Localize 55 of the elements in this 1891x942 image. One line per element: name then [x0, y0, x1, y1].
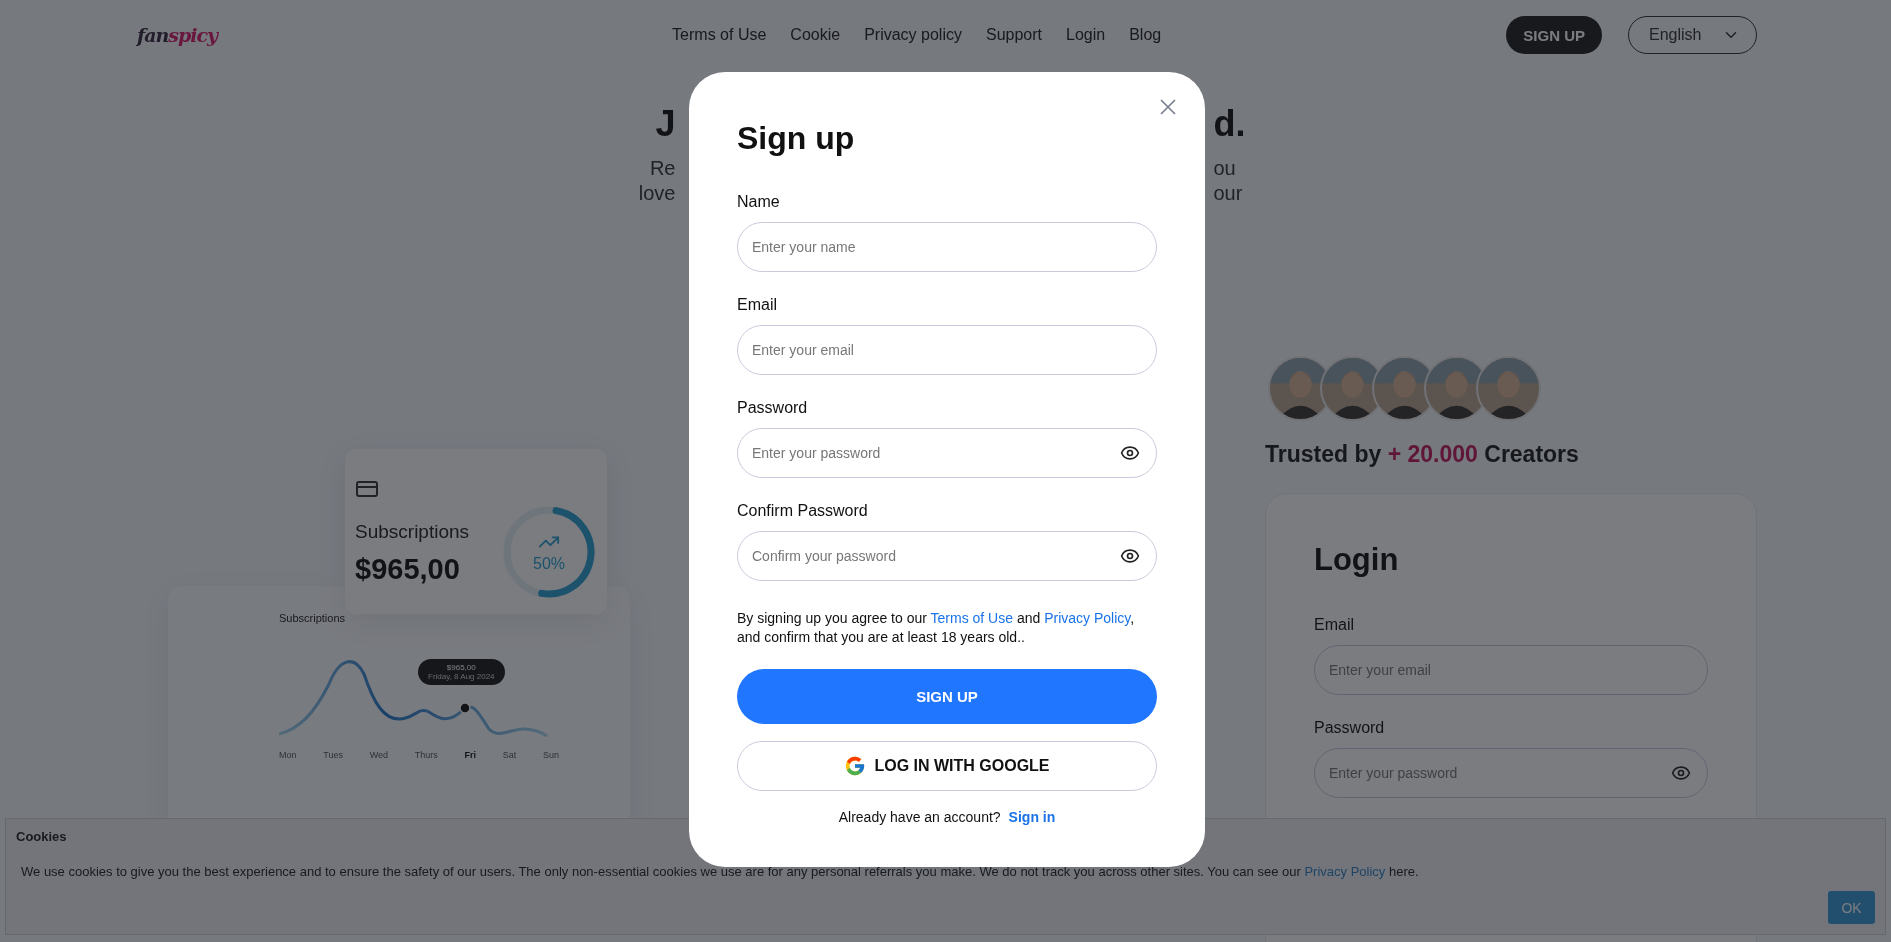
hero-text: ou [1213, 156, 1236, 181]
consent-text: By signing up you agree to our Terms of Use and Privacy Policy, and confirm that you are at least 18 years old.. [737, 609, 1136, 647]
stats-title: Subscriptions [355, 521, 471, 543]
input-field[interactable]: Enter your email [1314, 645, 1708, 695]
signup-button[interactable]: SIGN UP [1506, 16, 1602, 54]
google-login-button[interactable]: LOG IN WITH GOOGLE [737, 741, 1157, 791]
nav-link[interactable]: Login [1066, 26, 1106, 44]
percent-text: 50% [533, 554, 565, 573]
hero-text: love [638, 181, 676, 206]
day-label: Tues [323, 750, 343, 760]
hero-text: our [1213, 181, 1243, 206]
field-label: Email [737, 296, 778, 314]
headline: J [655, 102, 676, 146]
input-field[interactable]: Confirm your password [737, 531, 1157, 581]
privacy-link[interactable]: Privacy Policy [1304, 864, 1386, 879]
input-field[interactable]: Enter your name [737, 222, 1157, 272]
eye-icon[interactable] [1120, 443, 1140, 463]
nav-link[interactable]: Blog [1129, 26, 1162, 44]
input-field[interactable]: Enter your email [737, 325, 1157, 375]
hero-text: Re [649, 156, 676, 181]
logo[interactable]: fanspicy [137, 24, 577, 46]
input-field[interactable]: Enter your password [737, 428, 1157, 478]
nav-link[interactable]: Privacy policy [864, 26, 962, 44]
day-label: Fri [464, 750, 476, 760]
field-label: Password [737, 399, 809, 417]
cookie-title: Cookies [16, 829, 68, 844]
ok-button[interactable]: OK [1828, 891, 1875, 924]
field-label: Name [737, 193, 781, 211]
field-label: Confirm Password [737, 502, 869, 520]
day-label: Wed [369, 750, 388, 760]
login-title: Login [1314, 542, 1400, 578]
cookie-text: We use cookies to give you the best experience and to ensure the safety of our users. The only non-essential cookies we use are for any personal referrals you make. We do not track you across other sites. You can see our Privacy Policy here. [21, 864, 1420, 879]
terms-link[interactable]: Terms of Use [930, 610, 1013, 626]
signin-prompt: Already have an account? [838, 809, 1001, 825]
day-label: Mon [279, 750, 297, 760]
eye-icon[interactable] [1120, 546, 1140, 566]
google-icon [844, 755, 867, 777]
field-label: Password [1314, 719, 1386, 737]
tooltip-value: $965,00 [446, 663, 476, 672]
headline: d. [1213, 102, 1246, 146]
input-field[interactable]: Enter your password [1314, 748, 1708, 798]
day-label: Thurs [414, 750, 438, 760]
day-label: Sat [502, 750, 517, 760]
trusted-text: Trusted by + 20.000 Creators [1265, 441, 1580, 468]
stats-amount: $965,00 [355, 553, 461, 586]
nav-link[interactable]: Terms of Use [672, 26, 767, 44]
dialog-title: Sign up [737, 120, 856, 157]
field-label: Email [1314, 616, 1355, 634]
signin-link[interactable]: Sign in [1008, 809, 1056, 825]
nav-link[interactable]: Support [985, 26, 1042, 44]
day-label: Sun [542, 750, 559, 760]
data-point [459, 702, 471, 714]
chart-title: Subscriptions [279, 612, 347, 624]
nav-link[interactable]: Cookie [790, 26, 841, 44]
signup-button[interactable]: SIGN UP [737, 669, 1157, 724]
